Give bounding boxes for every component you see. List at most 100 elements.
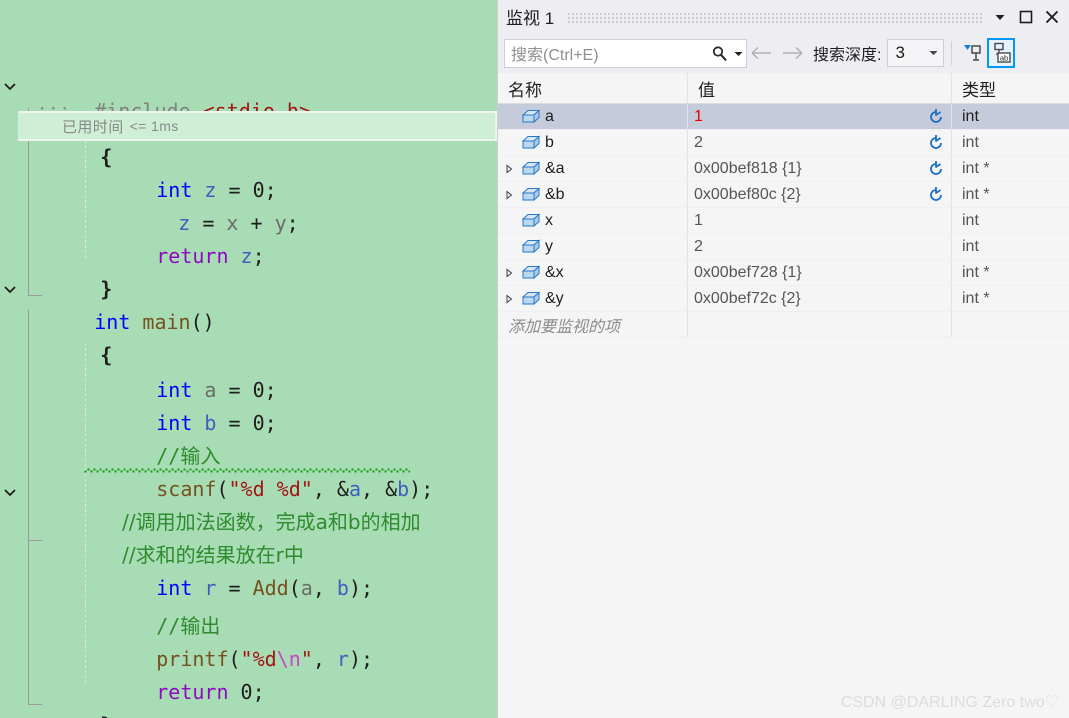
code-line-12: //输入 [84,407,220,468]
watch-row-type-cell: int * [952,260,1069,285]
search-depth-value: 3 [895,43,905,62]
search-depth-label: 搜索深度: [813,47,882,64]
token-arg-b: b [336,576,349,600]
collapse-chevron-main[interactable] [2,281,18,297]
expand-chevron-right-icon[interactable] [498,293,520,304]
code-line-19: return 0; [156,680,265,704]
variable-cube-icon [520,187,542,202]
watch-variable-name: y [545,237,553,255]
code-line-6: return z; [156,244,265,268]
token-arg-a: a [300,576,313,600]
refresh-value-icon[interactable] [921,108,951,126]
watch-variable-value: 0x00bef818 {1} [694,159,802,177]
collapse-chevron-region[interactable] [2,484,18,500]
watch-row-name-cell[interactable]: a [498,104,688,129]
refresh-value-icon[interactable] [921,134,951,152]
scope-guide-inner-tick [28,540,42,541]
watch-row-name-cell[interactable]: b [498,130,688,155]
search-icon[interactable] [708,45,730,62]
watch-variable-value: 2 [694,133,703,151]
expand-chevron-right-icon[interactable] [498,163,520,174]
refresh-value-icon[interactable] [921,186,951,204]
window-menu-dropdown-icon[interactable] [987,4,1013,30]
watch-row[interactable]: y 2 int [498,234,1069,260]
watch-row-name-cell[interactable]: &a [498,156,688,181]
search-next-arrow-icon[interactable] [777,38,807,68]
perf-tip-value: <= 1ms [129,118,179,134]
watch-row[interactable]: &b 0x00bef80c {2} int * [498,182,1069,208]
search-input[interactable]: 搜索(Ctrl+E) [504,38,747,68]
watch-variable-name: &x [545,263,564,281]
column-header-type[interactable]: 类型 [952,73,1069,103]
watch-variable-type: int * [962,289,990,307]
chevron-down-icon[interactable] [928,43,939,63]
perf-tip-label: 已用时间 [62,118,124,136]
watch-variable-type: int [962,237,979,255]
token-zero-ret: 0 [240,680,253,704]
search-prev-arrow-icon[interactable] [747,38,777,68]
watch-row-value-cell[interactable]: 0x00bef818 {1} [688,156,952,181]
code-line-2: int Add(int x, int y) [22,75,347,136]
watch-row[interactable]: &y 0x00bef72c {2} int * [498,286,1069,312]
watch-row-type-cell: int * [952,286,1069,311]
watch-variable-value: 0x00bef80c {2} [694,185,801,203]
watch-row-value-cell[interactable]: 0x00bef72c {2} [688,286,952,311]
pin-value-icon[interactable]: ab [987,38,1016,68]
watch-row-value-cell[interactable]: 1 [688,208,952,233]
watermark-text: CSDN @DARLING Zero two♡ [840,694,1059,711]
watch-row[interactable]: &x 0x00bef728 {1} int * [498,260,1069,286]
watch-variable-name: b [545,133,554,151]
code-line-8: int main() [94,310,215,334]
watch-row-value-cell[interactable]: 0x00bef80c {2} [688,182,952,207]
add-watch-placeholder: 添加要监视的项 [508,318,621,336]
watch-add-item-row[interactable]: 添加要监视的项 [498,312,1069,338]
watch-row-name-cell[interactable]: y [498,234,688,259]
watch-row-name-cell[interactable]: &y [498,286,688,311]
collapse-chevron-add[interactable] [2,78,18,94]
watch-variable-value: 0x00bef728 {1} [694,263,802,281]
close-icon[interactable] [1039,4,1065,30]
maximize-icon[interactable] [1013,4,1039,30]
pin-icon[interactable] [959,38,987,68]
watch-row-name-cell[interactable]: &x [498,260,688,285]
column-header-name[interactable]: 名称 [498,73,688,103]
code-line-7: } [28,240,112,301]
watch-row-value-cell[interactable]: 1 [688,104,952,129]
variable-cube-icon [520,239,542,254]
watch-row-type-cell: int * [952,182,1069,207]
watch-row[interactable]: b 2 int [498,130,1069,156]
token-brace-close-main: } [100,713,112,718]
watch-row-name-cell[interactable]: x [498,208,688,233]
code-line-14: //调用加法函数，完成a和b的相加 [84,473,420,534]
token-z-ret: z [240,244,253,268]
watch-title-bar[interactable]: 监视 1 [498,0,1069,33]
search-placeholder: 搜索(Ctrl+E) [511,47,599,64]
search-depth-select[interactable]: 3 [887,39,945,67]
search-options-chevron-down-icon[interactable] [730,48,746,59]
expand-chevron-right-icon[interactable] [498,189,520,200]
code-editor[interactable]: #include <stdio.h> int Add(int x, int y)… [0,0,497,718]
watch-row-type-cell: int [952,208,1069,233]
watch-row-value-cell[interactable]: 0x00bef728 {1} [688,260,952,285]
app-root: #include <stdio.h> int Add(int x, int y)… [0,0,1069,718]
watch-row[interactable]: &a 0x00bef818 {1} int * [498,156,1069,182]
watch-row[interactable]: x 1 int [498,208,1069,234]
refresh-value-icon[interactable] [921,160,951,178]
token-y-use: y [274,211,287,235]
watch-row-value-cell[interactable]: 2 [688,130,952,155]
watch-row-value-cell[interactable]: 2 [688,234,952,259]
token-return-main: return [156,680,229,704]
watch-variable-type: int [962,107,979,125]
column-header-value[interactable]: 值 [688,73,952,103]
watch-variable-name: &a [545,159,565,177]
variable-cube-icon [520,161,542,176]
drag-grip[interactable] [568,10,983,23]
expand-chevron-right-icon[interactable] [498,267,520,278]
watch-row-name-cell[interactable]: &b [498,182,688,207]
token-fn-main: main [142,310,191,334]
code-line-16: int r = Add(a, b); [156,576,374,600]
watch-variable-type: int [962,211,979,229]
watch-variable-value: 1 [694,211,703,229]
watch-row[interactable]: a 1 int [498,104,1069,130]
watch-window: 监视 1 搜索(Ctrl+E) 搜索深度: 3 ab 名称 值 类型 a 1 i… [497,0,1069,718]
